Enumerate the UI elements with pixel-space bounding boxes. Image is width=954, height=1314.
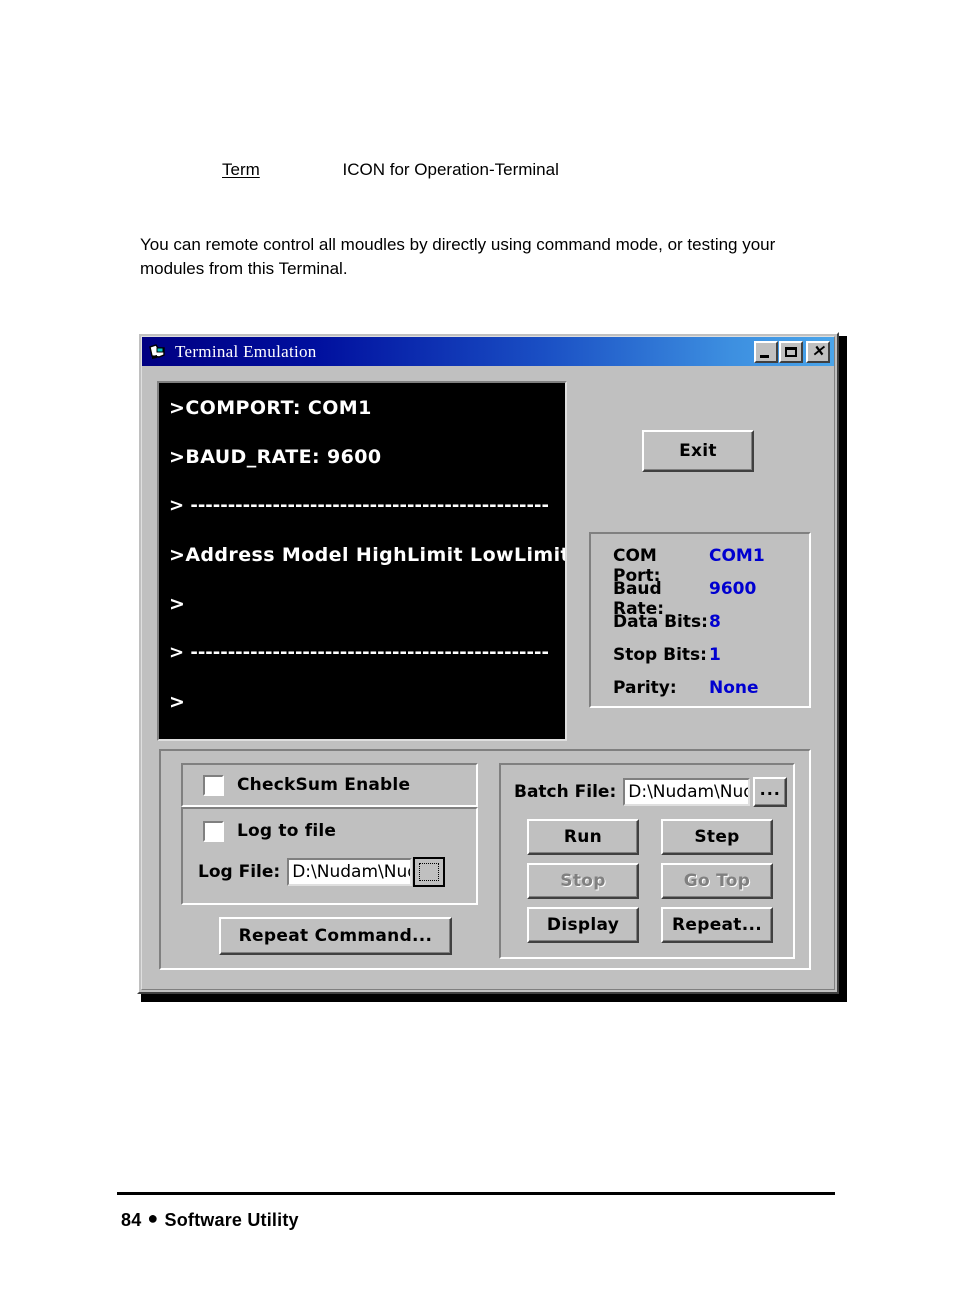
footer-section-title: Software Utility [164, 1210, 299, 1230]
comm-setting-row: COM Port: COM1 [591, 546, 809, 586]
batch-file-label: Batch File: [514, 782, 617, 802]
comm-setting-value: 8 [709, 612, 721, 632]
console-line: >BAUD_RATE: 9600 [169, 446, 382, 468]
repeat-button[interactable]: Repeat... [661, 907, 773, 943]
go-top-button-label: Go Top [683, 871, 751, 891]
step-button-label: Step [694, 827, 740, 847]
step-button[interactable]: Step [661, 819, 773, 855]
log-file-label: Log File: [198, 862, 281, 882]
batch-file-row: Batch File: D:\Nudam\Nud ... [514, 777, 788, 807]
console-line: >Address Model HighLimit LowLimit F [169, 544, 567, 566]
maximize-button[interactable] [779, 340, 803, 363]
term-description: ICON for Operation-Terminal [342, 160, 559, 179]
terminal-output-console[interactable]: >COMPORT: COM1 >BAUD_RATE: 9600 > ------… [157, 381, 567, 741]
batch-group: Batch File: D:\Nudam\Nud ... Run Step St… [499, 763, 795, 959]
go-top-button: Go Top [661, 863, 773, 899]
checksum-enable-label: CheckSum Enable [237, 775, 411, 795]
run-button-label: Run [563, 827, 603, 847]
checksum-group: CheckSum Enable [181, 763, 478, 807]
log-file-browse-button[interactable] [413, 857, 446, 887]
close-button[interactable]: ✕ [806, 340, 830, 363]
batch-file-browse-button[interactable]: ... [753, 777, 788, 807]
log-file-input[interactable]: D:\Nudam\Nud [287, 858, 413, 886]
comm-setting-key: Parity: [613, 678, 677, 698]
term-label: Term [222, 160, 260, 179]
console-line: > [169, 593, 186, 615]
footer: 84 ● Software Utility [121, 1208, 299, 1231]
comm-setting-value: COM1 [709, 546, 765, 566]
exit-button[interactable]: Exit [642, 430, 754, 472]
comm-setting-value: 1 [709, 645, 721, 665]
comm-setting-row: Stop Bits: 1 [591, 645, 809, 678]
controls-panel: CheckSum Enable Log to file Log File: D:… [159, 749, 811, 970]
repeat-command-button[interactable]: Repeat Command... [219, 917, 452, 955]
comm-setting-value: None [709, 678, 759, 698]
batch-buttons-grid: Run Step Stop Go Top Display Repeat... [527, 819, 773, 943]
display-button-label: Display [546, 915, 620, 935]
console-line: >COMPORT: COM1 [169, 397, 372, 419]
window-title: Terminal Emulation [175, 341, 317, 361]
run-button[interactable]: Run [527, 819, 639, 855]
console-line: > --------------------------------------… [169, 495, 549, 516]
footer-bullet-icon: ● [147, 1208, 159, 1228]
comm-setting-key: Data Bits: [613, 612, 708, 632]
footer-divider [117, 1192, 835, 1195]
checksum-enable-checkbox[interactable] [203, 774, 224, 796]
log-to-file-checkbox[interactable] [203, 820, 224, 842]
batch-file-input[interactable]: D:\Nudam\Nud [623, 778, 751, 806]
batch-file-browse-label: ... [759, 779, 781, 799]
footer-page-number: 84 [121, 1210, 142, 1230]
stop-button-label: Stop [560, 871, 606, 891]
repeat-button-label: Repeat... [672, 915, 762, 935]
log-to-file-label: Log to file [237, 821, 337, 841]
intro-paragraph: You can remote control all moudles by di… [140, 235, 776, 279]
comm-setting-key: Stop Bits: [613, 645, 707, 665]
checksum-enable-row[interactable]: CheckSum Enable [183, 765, 476, 805]
terminal-app-icon [148, 343, 168, 361]
stop-button: Stop [527, 863, 639, 899]
exit-button-label: Exit [679, 441, 717, 461]
title-bar[interactable]: Terminal Emulation ✕ [142, 337, 834, 366]
console-line: > [169, 691, 186, 713]
log-to-file-row[interactable]: Log to file [183, 809, 476, 853]
display-button[interactable]: Display [527, 907, 639, 943]
comm-settings-group: COM Port: COM1 Baud Rate: 9600 Data Bits… [589, 532, 811, 708]
minimize-button[interactable] [754, 340, 778, 363]
log-group: Log to file Log File: D:\Nudam\Nud [181, 807, 478, 905]
repeat-command-label: Repeat Command... [238, 926, 433, 946]
term-heading-row: Term ICON for Operation-Terminal [222, 160, 559, 180]
terminal-emulation-window: Terminal Emulation ✕ >COMPORT: COM1 >BAU… [137, 332, 839, 994]
comm-setting-row: Data Bits: 8 [591, 612, 809, 645]
console-line: > --------------------------------------… [169, 642, 549, 663]
comm-setting-value: 9600 [709, 579, 757, 599]
comm-setting-row: Parity: None [591, 678, 809, 711]
window-controls: ✕ [753, 340, 830, 363]
comm-setting-row: Baud Rate: 9600 [591, 579, 809, 619]
log-file-row: Log File: D:\Nudam\Nud [183, 857, 476, 887]
